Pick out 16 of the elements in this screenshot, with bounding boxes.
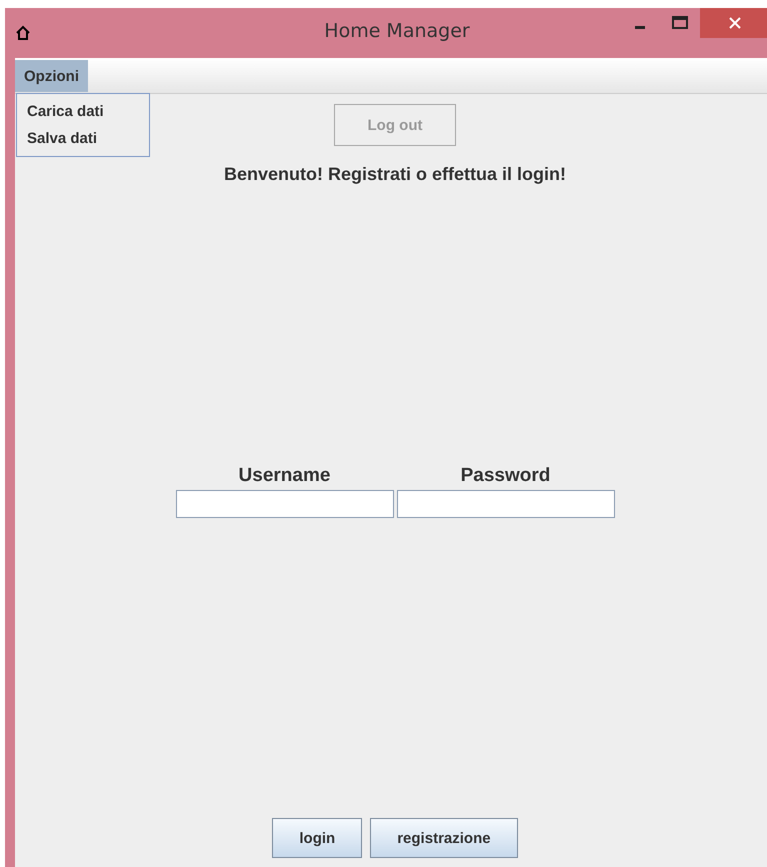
menu[interactable]: Opzioni (15, 60, 88, 92)
action-button[interactable]: login (272, 818, 362, 858)
maximize-icon (672, 16, 688, 30)
close-button[interactable] (700, 8, 767, 38)
window-title: Home Manager (323, 20, 471, 42)
menu-item[interactable]: Carica dati (17, 98, 149, 125)
input-field[interactable] (396, 490, 614, 518)
field-label: Username (238, 465, 330, 487)
menu-item[interactable]: Salva dati (17, 125, 149, 152)
action-button[interactable]: registrazione (370, 818, 518, 858)
input-field[interactable] (176, 490, 394, 518)
close-icon (729, 17, 741, 29)
minimize-icon (635, 26, 645, 28)
welcome-text: Benvenuto! Registrati o effettua il login! (224, 164, 566, 185)
house-icon (15, 25, 31, 41)
field-label: Password (460, 465, 550, 487)
